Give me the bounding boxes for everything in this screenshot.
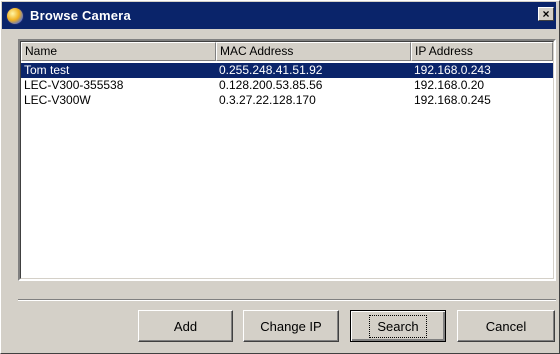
add-button-label: Add: [173, 318, 198, 334]
column-header-mac-address[interactable]: MAC Address: [216, 42, 411, 61]
cancel-button-label: Cancel: [485, 318, 527, 334]
row-name: Tom test: [24, 63, 70, 77]
close-icon: ×: [542, 7, 550, 21]
column-header-ip-address[interactable]: IP Address: [411, 42, 553, 61]
cancel-button[interactable]: Cancel: [457, 310, 555, 342]
row-mac: 0.128.200.53.85.56: [219, 78, 323, 92]
search-button-label: Search: [369, 314, 427, 338]
row-ip: 192.168.0.243: [414, 63, 491, 77]
add-button[interactable]: Add: [138, 310, 233, 342]
camera-app-icon: [6, 6, 24, 25]
separator: [18, 299, 556, 301]
row-ip: 192.168.0.245: [414, 93, 491, 107]
table-row[interactable]: LEC-V300-355538 0.128.200.53.85.56 192.1…: [21, 78, 553, 93]
list-rows: Tom test 0.255.248.41.51.92 192.168.0.24…: [21, 63, 553, 108]
row-name: LEC-V300-355538: [24, 78, 124, 92]
list-header: Name MAC Address IP Address: [21, 42, 553, 61]
row-ip: 192.168.0.20: [414, 78, 485, 92]
row-name: LEC-V300W: [24, 93, 91, 107]
window-title: Browse Camera: [30, 8, 131, 23]
row-mac: 0.255.248.41.51.92: [219, 63, 323, 77]
change-ip-button-label: Change IP: [260, 318, 322, 334]
close-button[interactable]: ×: [538, 7, 554, 21]
title-bar[interactable]: Browse Camera ×: [2, 2, 556, 29]
camera-list[interactable]: Name MAC Address IP Address Tom test 0.2…: [18, 39, 556, 281]
search-button[interactable]: Search: [350, 310, 446, 342]
browse-camera-dialog: Browse Camera × Name MAC Address IP Addr…: [0, 0, 560, 354]
change-ip-button[interactable]: Change IP: [243, 310, 339, 342]
row-mac: 0.3.27.22.128.170: [219, 93, 316, 107]
table-row[interactable]: Tom test 0.255.248.41.51.92 192.168.0.24…: [21, 63, 553, 78]
camera-list-frame: Name MAC Address IP Address Tom test 0.2…: [20, 41, 554, 279]
column-header-name[interactable]: Name: [21, 42, 216, 61]
table-row[interactable]: LEC-V300W 0.3.27.22.128.170 192.168.0.24…: [21, 93, 553, 108]
